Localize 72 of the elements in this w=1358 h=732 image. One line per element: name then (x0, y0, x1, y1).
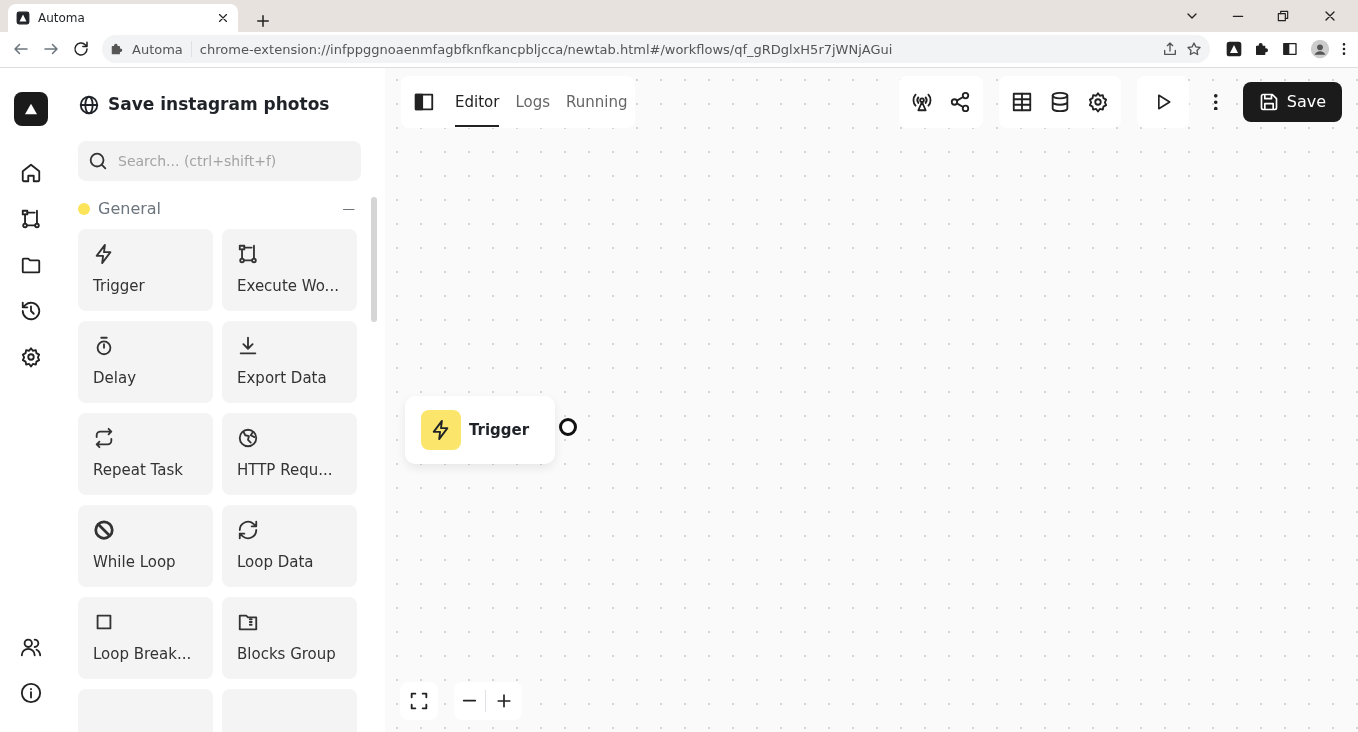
block-card[interactable]: Delay (78, 321, 213, 404)
bookmark-star-icon (1186, 41, 1202, 58)
globe-icon (237, 427, 259, 450)
workflows-icon (20, 207, 42, 230)
block-label: HTTP Requ... (237, 459, 334, 481)
restore-icon (1276, 9, 1290, 23)
settings-icon (20, 345, 42, 368)
trigger-node[interactable]: Trigger (405, 395, 555, 464)
share-icon (1162, 41, 1178, 58)
table-icon (1011, 90, 1034, 113)
workflow-icon (237, 243, 259, 266)
url-text: chrome-extension://infppggnoaenmfagbfknfkancpbljcca/newtab.html#/workflows/qf_gRDglxH5r7jWNjAGui (199, 40, 893, 59)
minimize-icon (1232, 14, 1244, 18)
zoom-out-icon (462, 699, 477, 703)
browser-tab[interactable]: Automa (8, 4, 238, 32)
extensions-icon (1254, 41, 1270, 58)
workflow-title: Save instagram photos (108, 92, 330, 116)
close-tab-button[interactable] (216, 11, 230, 25)
fit-view-icon (408, 690, 430, 712)
repeat-icon (93, 427, 115, 450)
refresh-icon (237, 519, 259, 542)
team-icon (20, 636, 42, 658)
block-label: Execute Wo... (237, 275, 340, 297)
block-label: While Loop (93, 551, 177, 573)
home-icon (20, 161, 42, 184)
share-icon (949, 90, 972, 113)
block-label: Loop Break... (93, 643, 193, 665)
block-card[interactable]: Loop Break... (78, 597, 213, 680)
reload-icon (72, 40, 90, 59)
app-logo[interactable] (14, 91, 48, 126)
save-button[interactable]: Save (1242, 81, 1342, 122)
block-card[interactable]: Execute Wo... (222, 229, 357, 312)
extension-icon (1226, 41, 1242, 58)
editor-tab[interactable]: Running (566, 76, 628, 128)
connection-handle[interactable] (559, 417, 577, 436)
side-panel-icon (1282, 41, 1298, 58)
more-menu-icon (1213, 93, 1219, 111)
browser-menu-icon (1342, 43, 1346, 56)
category-name: General (98, 198, 163, 221)
block-label: Loop Data (237, 551, 315, 573)
block-card[interactable]: HTTP Requ... (222, 413, 357, 496)
about-icon (20, 682, 42, 704)
history-icon (20, 299, 42, 322)
block-card[interactable]: While Loop (78, 505, 213, 588)
save-icon (1258, 91, 1279, 112)
block-card[interactable]: Loop Data (222, 505, 357, 588)
workflow-canvas[interactable]: Editor Logs Running Save Trigger (385, 67, 1358, 732)
editor-tab[interactable]: Logs (515, 76, 550, 128)
extension-icon (110, 42, 124, 57)
block-label: Blocks Group (237, 643, 337, 665)
new-tab-icon (254, 12, 272, 30)
node-label: Trigger (469, 419, 530, 441)
block-label: Export Data (237, 367, 328, 389)
block-card[interactable]: Blocks Group (222, 597, 357, 680)
block-label: Delay (93, 367, 137, 389)
block-label: Trigger (93, 275, 146, 297)
search-field[interactable]: Search... (ctrl+shift+f) (78, 141, 361, 182)
address-bar[interactable]: Automa chrome-extension://infppggnoaenmfagbfknfkancpbljcca/newtab.html#/workflows/qf_gRDglxH5r7jWNjAGui (102, 35, 1210, 64)
category-header[interactable]: General (78, 197, 363, 222)
editor-tab[interactable]: Editor (455, 76, 500, 128)
block-card[interactable]: Repeat Task (78, 413, 213, 496)
scrollbar[interactable] (371, 197, 377, 323)
block-card[interactable]: Export Data (222, 321, 357, 404)
block-card[interactable]: Trigger (78, 229, 213, 312)
tab-title: Automa (38, 10, 86, 27)
app-logo-icon (16, 11, 30, 25)
close-tab-icon (216, 11, 230, 25)
site-name: Automa (132, 40, 183, 59)
block-label: Repeat Task (93, 459, 184, 481)
profile-icon (1310, 39, 1330, 60)
settings-icon (1087, 90, 1110, 113)
globe-icon (78, 93, 100, 116)
